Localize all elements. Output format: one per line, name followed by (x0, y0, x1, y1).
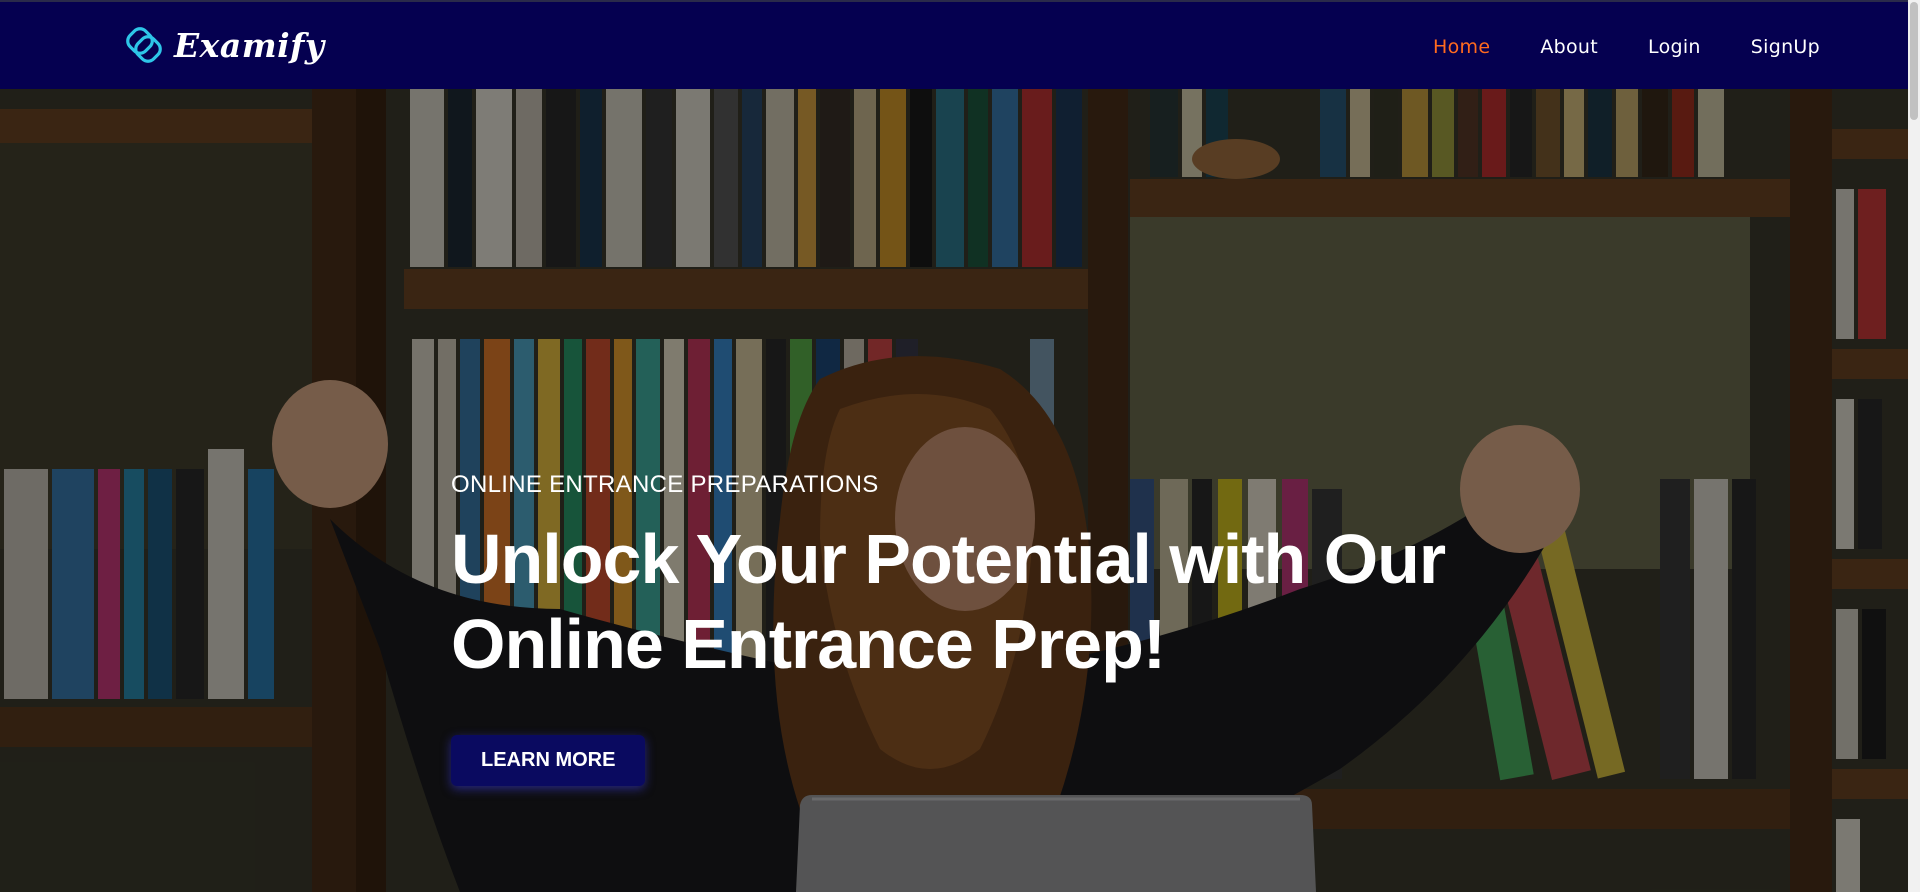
hero-subtitle: ONLINE ENTRANCE PREPARATIONS (451, 471, 879, 498)
intertwined-rings-icon (126, 27, 162, 63)
brand-logo-link[interactable]: Examify (124, 24, 325, 66)
hero-title: Unlock Your Potential with Our Online En… (451, 517, 1451, 687)
scrollbar-thumb[interactable] (1910, 2, 1918, 120)
hero-section: ONLINE ENTRANCE PREPARATIONS Unlock Your… (0, 89, 1908, 892)
nav-link-about[interactable]: About (1540, 36, 1598, 58)
nav-link-login[interactable]: Login (1648, 36, 1701, 58)
main-nav: Home About Login SignUp (1433, 2, 1820, 91)
hero-title-line2: Online Entrance Prep! (451, 605, 1166, 683)
hero-title-line1: Unlock Your Potential with Our (451, 520, 1446, 598)
top-navbar: Examify Home About Login SignUp (0, 0, 1908, 89)
hero-content: ONLINE ENTRANCE PREPARATIONS Unlock Your… (451, 471, 1451, 786)
learn-more-button[interactable]: LEARN MORE (451, 735, 646, 786)
nav-link-home[interactable]: Home (1433, 36, 1490, 58)
page-scrollbar[interactable] (1908, 0, 1920, 892)
nav-link-signup[interactable]: SignUp (1751, 36, 1820, 58)
brand-name: Examify (174, 25, 325, 65)
page: Examify Home About Login SignUp ONLINE E… (0, 0, 1920, 892)
